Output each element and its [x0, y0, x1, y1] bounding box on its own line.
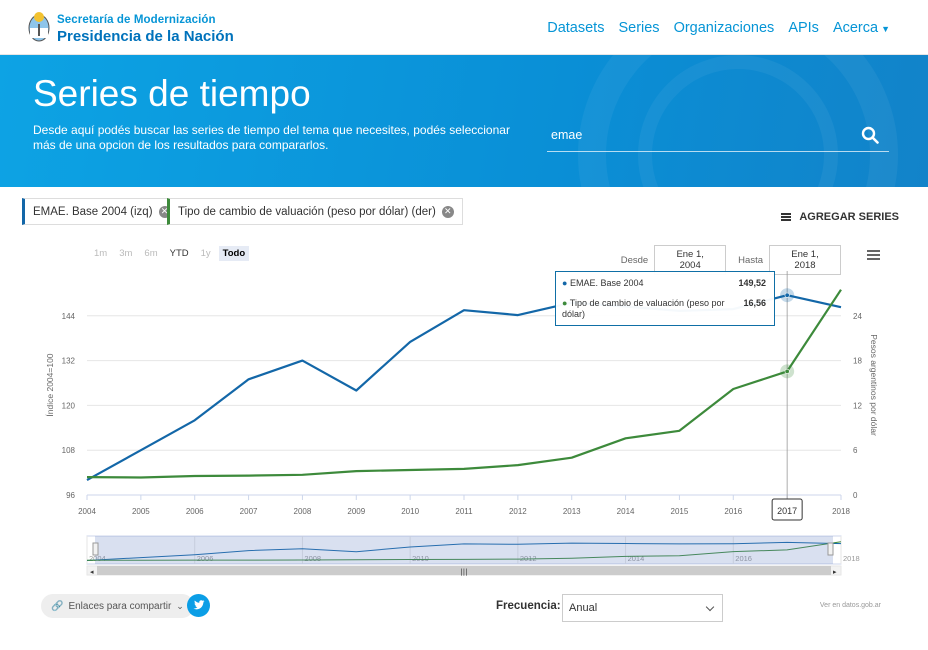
x-tick-label: 2014 [617, 507, 635, 516]
source-link[interactable]: Ver en datos.gob.ar [820, 602, 881, 609]
y-left-axis-title: Índice 2004=100 [45, 353, 55, 416]
y-left-tick-label: 120 [62, 401, 76, 410]
hover-point [784, 368, 790, 374]
tooltip-series-1: ● EMAE. Base 2004 [562, 278, 644, 288]
y-right-tick-label: 0 [853, 491, 858, 500]
time-series-chart: 96 108 120 132 144 0 6 12 18 24 2004 2005 2006 2007 20… [45, 271, 879, 576]
y-right-tick-label: 6 [853, 446, 858, 455]
y-left-tick-label: 144 [62, 312, 76, 321]
scrollbar-grip: ||| [460, 568, 467, 576]
frequency-value: Anual [569, 602, 598, 614]
tooltip-series-2-value: 16,56 [743, 298, 766, 308]
share-links-button[interactable]: 🔗 Enlaces para compartir ⌄ [41, 594, 194, 618]
chevron-down-icon [705, 602, 715, 612]
navigator-right-handle [827, 542, 834, 556]
tooltip-series-2-name: Tipo de cambio de valuación (peso por dó… [562, 298, 725, 319]
navigator-left-handle [92, 542, 99, 556]
x-tick-label: 2011 [455, 507, 473, 516]
x-tick-label: 2004 [78, 507, 96, 516]
x-tick-label: 2005 [132, 507, 150, 516]
chevron-down-icon: ⌄ [176, 600, 184, 611]
link-icon: 🔗 [51, 600, 64, 612]
x-hover-label: 2017 [777, 506, 797, 516]
tooltip-series-1-value: 149,52 [738, 278, 766, 288]
y-right-axis-title: Pesos argentinos por dólar [869, 334, 879, 436]
tooltip-series-1-name: EMAE. Base 2004 [569, 278, 644, 288]
x-tick-label: 2010 [401, 507, 419, 516]
y-right-tick-label: 18 [853, 357, 862, 366]
scrollbar-left-arrow: ◂ [90, 568, 94, 576]
x-tick-label: 2007 [240, 507, 258, 516]
tooltip-series-2: ● Tipo de cambio de valuación (peso por … [562, 298, 725, 319]
x-tick-label: 2008 [294, 507, 312, 516]
navigator-tick-label: 2018 [843, 554, 860, 563]
chart-tooltip: ● EMAE. Base 2004 149,52 ● Tipo de cambi… [555, 271, 775, 326]
x-tick-label: 2006 [186, 507, 204, 516]
y-left-tick-label: 132 [62, 357, 76, 366]
x-tick-label: 2012 [509, 507, 527, 516]
y-left-tick-label: 108 [62, 446, 76, 455]
scrollbar-right-arrow: ▸ [833, 568, 837, 576]
twitter-icon[interactable] [187, 594, 210, 617]
x-tick-label: 2016 [724, 507, 742, 516]
hover-point [784, 292, 790, 298]
share-label: Enlaces para compartir [68, 600, 172, 612]
x-tick-label: 2015 [671, 507, 689, 516]
x-tick-label: 2009 [347, 507, 365, 516]
navigator-mask [95, 536, 833, 564]
frequency-label: Frecuencia: [496, 600, 561, 612]
y-left-tick-label: 96 [66, 491, 75, 500]
x-tick-label: 2013 [563, 507, 581, 516]
y-right-tick-label: 24 [853, 312, 862, 321]
x-tick-label: 2018 [832, 507, 850, 516]
twitter-bird-glyph [193, 600, 205, 610]
y-right-tick-label: 12 [853, 401, 862, 410]
frequency-select[interactable]: Anual [562, 594, 723, 622]
